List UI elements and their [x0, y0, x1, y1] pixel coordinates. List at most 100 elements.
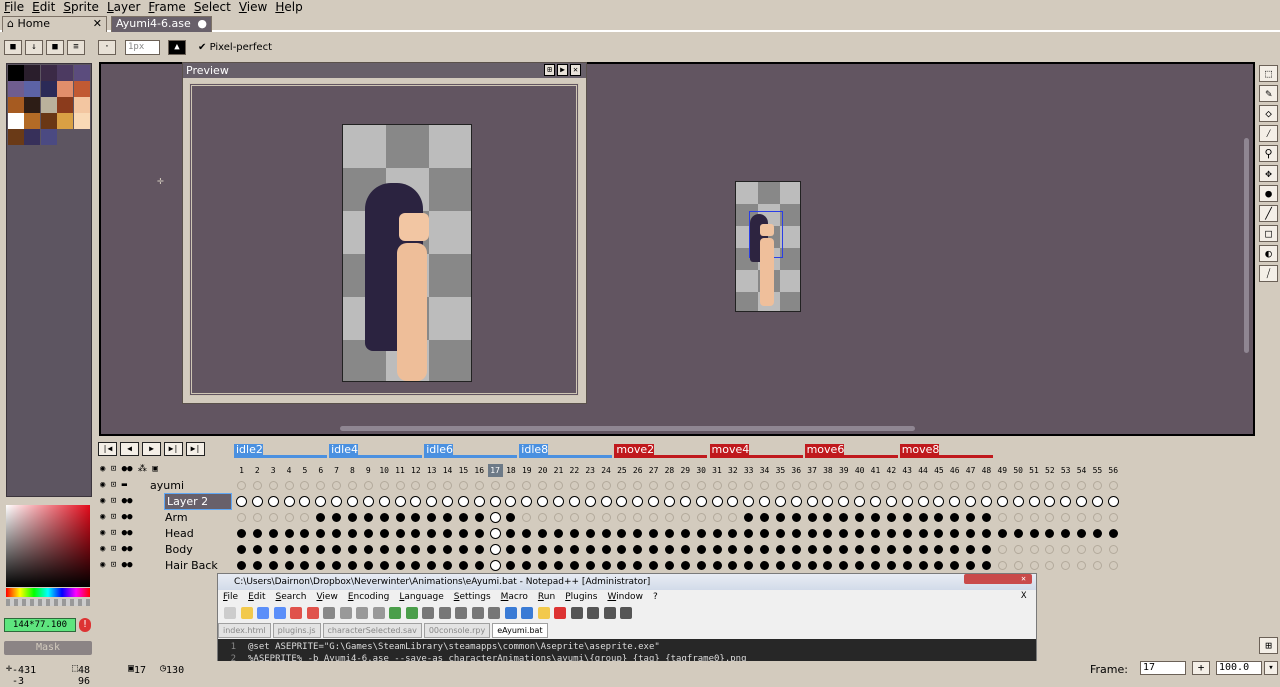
frame-header[interactable]: 39 [836, 464, 852, 477]
cel[interactable] [997, 513, 1007, 522]
zoom-input[interactable]: 100.0 [1216, 661, 1262, 675]
cel[interactable] [886, 561, 896, 570]
menu-item[interactable]: Select [190, 0, 235, 14]
cel[interactable] [268, 529, 278, 538]
cel[interactable] [474, 529, 484, 538]
pencil-tool-icon[interactable]: ✎ [1259, 85, 1278, 102]
cel[interactable] [601, 545, 611, 554]
square-icon[interactable]: ■ [46, 40, 64, 55]
cel[interactable] [902, 529, 912, 538]
notepad-tab[interactable]: plugins.js [272, 623, 321, 638]
cel[interactable] [1092, 529, 1102, 538]
layer-visibility-lock-icons[interactable]: ◉ ⊡ ●● [100, 526, 133, 541]
frame-header[interactable]: 42 [883, 464, 899, 477]
cel[interactable] [1013, 561, 1023, 570]
frame-header[interactable]: 22 [566, 464, 582, 477]
cel[interactable] [1077, 545, 1087, 554]
cel[interactable] [807, 481, 817, 490]
cel[interactable] [458, 545, 468, 554]
frame-header[interactable]: 26 [630, 464, 646, 477]
palette-swatch[interactable] [8, 81, 24, 97]
cel[interactable] [252, 513, 262, 522]
palette-swatch[interactable] [24, 65, 41, 81]
zoom-in-icon[interactable] [455, 607, 467, 619]
palette-swatch[interactable] [24, 113, 41, 129]
cel[interactable] [696, 529, 706, 538]
cel[interactable] [760, 513, 770, 522]
frame-header[interactable]: 5 [297, 464, 313, 477]
cel[interactable] [363, 561, 373, 570]
zoom-dropdown-icon[interactable]: ▾ [1264, 661, 1278, 675]
notepad-menu-item[interactable]: Macro [496, 591, 533, 604]
cel[interactable] [775, 529, 785, 538]
frame-header[interactable]: 52 [1042, 464, 1058, 477]
ink-icon[interactable]: ▲ [168, 40, 186, 55]
cel[interactable] [473, 496, 485, 507]
cel[interactable] [760, 529, 770, 538]
folder-icon[interactable] [537, 607, 550, 619]
frame-header[interactable]: 14 [440, 464, 456, 477]
frame-header[interactable]: 29 [677, 464, 693, 477]
menu-item[interactable]: Edit [28, 0, 59, 14]
cel[interactable] [790, 496, 802, 507]
cel[interactable] [395, 481, 405, 490]
cel[interactable] [997, 561, 1007, 570]
cel[interactable] [775, 513, 785, 522]
cel[interactable] [363, 481, 373, 490]
save-icon[interactable] [257, 607, 269, 619]
eyedropper-tool-icon[interactable]: ⁄ [1259, 125, 1278, 142]
frame-header[interactable]: 48 [978, 464, 994, 477]
cel[interactable] [268, 545, 278, 554]
layer-name[interactable]: Arm [165, 510, 188, 525]
cel[interactable] [347, 513, 357, 522]
cel[interactable] [1077, 481, 1087, 490]
cel[interactable] [379, 561, 389, 570]
cel[interactable] [584, 496, 596, 507]
layer-visibility-lock-icons[interactable]: ◉ ⊡ ●● [100, 510, 133, 525]
cel[interactable] [442, 496, 454, 507]
cel[interactable] [918, 529, 928, 538]
record-icon[interactable] [554, 607, 566, 619]
cel[interactable] [1108, 545, 1118, 554]
cel[interactable] [585, 529, 595, 538]
frame-header[interactable]: 37 [804, 464, 820, 477]
cel[interactable] [885, 496, 897, 507]
notepad-tab[interactable]: eAyumi.bat [492, 623, 548, 638]
cel[interactable] [1012, 496, 1024, 507]
cel[interactable] [1108, 529, 1118, 538]
cel[interactable] [458, 529, 468, 538]
cel[interactable] [679, 496, 691, 507]
cel[interactable] [696, 513, 706, 522]
frame-header[interactable]: 44 [915, 464, 931, 477]
alpha-slider[interactable] [6, 599, 90, 606]
palette-swatch[interactable] [40, 65, 57, 81]
cel[interactable] [1107, 496, 1119, 507]
notepad-menu-item[interactable]: Window [602, 591, 648, 604]
cel[interactable] [379, 481, 389, 490]
foreground-color-button[interactable]: 144*77.100 [4, 618, 76, 632]
cel[interactable] [236, 496, 247, 507]
frame-header[interactable]: 55 [1089, 464, 1105, 477]
cel[interactable] [347, 561, 357, 570]
frame-header[interactable]: 18 [503, 464, 519, 477]
warning-icon[interactable]: ! [79, 618, 91, 632]
cel[interactable] [712, 529, 722, 538]
horizontal-scrollbar[interactable] [340, 426, 915, 431]
frame-header[interactable]: 30 [693, 464, 709, 477]
wrap-icon[interactable] [504, 607, 517, 619]
cel[interactable] [1092, 545, 1102, 554]
frame-header[interactable]: 16 [471, 464, 487, 477]
layer-name[interactable]: Body [165, 542, 193, 557]
cel[interactable] [680, 561, 690, 570]
notepad-menu-item[interactable]: Encoding [343, 591, 394, 604]
cel[interactable] [237, 561, 246, 570]
cel[interactable] [363, 545, 373, 554]
file-new-icon[interactable] [224, 607, 236, 619]
frame-header[interactable]: 20 [535, 464, 551, 477]
frame-header[interactable]: 17 [487, 464, 503, 477]
palette-swatch[interactable] [57, 97, 74, 113]
cel[interactable] [252, 561, 262, 570]
cel[interactable] [696, 561, 706, 570]
cel[interactable] [1013, 513, 1023, 522]
menu-item[interactable]: Help [271, 0, 306, 14]
